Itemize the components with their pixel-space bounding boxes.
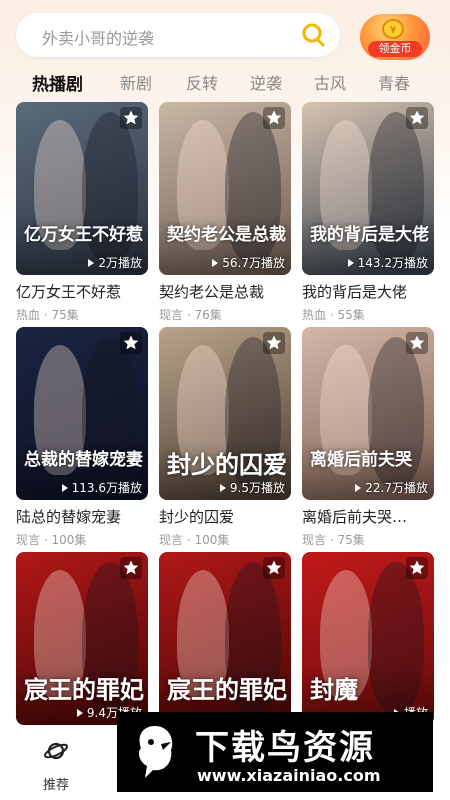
top-bar: 外卖小哥的逆袭 ¥ 领金币: [0, 0, 450, 72]
favorite-star-icon[interactable]: [406, 107, 428, 129]
play-count-text: 113.6万播放: [71, 481, 142, 495]
tab-comeback[interactable]: 逆袭: [250, 70, 282, 94]
drama-card[interactable]: 总裁的替嫁宠妻 113.6万播放陆总的替嫁宠妻现言 · 100集: [16, 327, 148, 548]
play-count: 2万播放: [88, 254, 142, 271]
poster-title-art: 契约老公是总裁: [167, 225, 286, 245]
search-bar[interactable]: 外卖小哥的逆袭: [16, 13, 340, 57]
favorite-star-icon[interactable]: [263, 332, 285, 354]
poster-title-art: 亿万女王不好惹: [24, 225, 143, 245]
bird-logo-icon: [139, 726, 173, 778]
play-count: 56.7万播放: [212, 254, 285, 271]
drama-poster[interactable]: 总裁的替嫁宠妻 113.6万播放: [16, 327, 148, 500]
drama-meta: 现言 · 100集: [16, 533, 87, 547]
search-placeholder: 外卖小哥的逆袭: [42, 29, 155, 48]
poster-title-art: 我的背后是大佬: [310, 225, 429, 245]
drama-poster[interactable]: 宸王的罪妃 9.4万播放: [16, 552, 148, 725]
drama-card[interactable]: 契约老公是总裁 56.7万播放 契约老公是总裁 现言 · 76集: [159, 102, 291, 323]
earn-coins-button[interactable]: ¥ 领金币: [360, 14, 430, 60]
drama-title[interactable]: 我的背后是大佬: [302, 281, 434, 302]
drama-meta: 现言 · 100集: [159, 533, 230, 547]
play-count-text: 2万播放: [98, 256, 142, 270]
drama-card[interactable]: 封魔播放: [302, 552, 434, 725]
drama-poster[interactable]: 我的背后是大佬 143.2万播放: [302, 102, 434, 275]
search-icon[interactable]: [300, 22, 326, 48]
drama-poster[interactable]: 离婚后前夫哭 22.7万播放: [302, 327, 434, 500]
watermark-title: 下载鸟资源: [195, 728, 375, 768]
drama-card[interactable]: 离婚后前夫哭 22.7万播放离婚后前夫哭… 现言 · 75集: [302, 327, 434, 548]
drama-poster[interactable]: 亿万女王不好惹 2万播放: [16, 102, 148, 275]
planet-icon: [43, 742, 69, 760]
drama-title[interactable]: 契约老公是总裁: [159, 281, 291, 302]
play-count-text: 9.5万播放: [229, 481, 285, 495]
play-count-text: 22.7万播放: [365, 481, 428, 495]
tab-youth[interactable]: 青春: [378, 70, 410, 94]
drama-card[interactable]: 封少的囚爱 9.5万播放 封少的囚爱 现言 · 100集: [159, 327, 291, 548]
tab-hot[interactable]: 热播剧: [32, 70, 83, 95]
coin-icon: ¥: [382, 19, 404, 39]
drama-poster[interactable]: 封魔播放: [302, 552, 434, 725]
play-count-text: 143.2万播放: [357, 256, 428, 270]
drama-poster[interactable]: 封少的囚爱 9.5万播放: [159, 327, 291, 500]
favorite-star-icon[interactable]: [406, 332, 428, 354]
poster-title-art: 总裁的替嫁宠妻: [24, 450, 143, 470]
poster-title-art: 宸王的罪妃: [167, 675, 287, 704]
play-icon: [355, 484, 362, 492]
play-icon: [219, 484, 226, 492]
drama-meta: 现言 · 76集: [159, 308, 222, 322]
drama-title[interactable]: 封少的囚爱: [159, 506, 291, 527]
play-icon: [76, 709, 83, 717]
watermark-banner: 下载鸟资源 www.xiazainiao.com: [117, 712, 433, 792]
play-count: 143.2万播放: [347, 254, 428, 271]
drama-meta: 热血 · 75集: [16, 308, 79, 322]
drama-card[interactable]: 我的背后是大佬 143.2万播放 我的背后是大佬 热血 · 55集: [302, 102, 434, 323]
drama-meta: 现言 · 75集: [302, 533, 365, 547]
play-count: 113.6万播放: [61, 479, 142, 496]
poster-title-art: 宸王的罪妃: [24, 675, 144, 704]
drama-meta: 热血 · 55集: [302, 308, 365, 322]
category-tabs: 热播剧 新剧 反转 逆袭 古风 青春: [0, 70, 450, 96]
tab-new[interactable]: 新剧: [120, 70, 152, 94]
nav-recommend[interactable]: 推荐: [30, 738, 82, 793]
play-icon: [61, 484, 68, 492]
play-count-text: 56.7万播放: [222, 256, 285, 270]
favorite-star-icon[interactable]: [406, 557, 428, 579]
favorite-star-icon[interactable]: [120, 557, 142, 579]
favorite-star-icon[interactable]: [263, 107, 285, 129]
tab-ancient[interactable]: 古风: [314, 70, 346, 94]
drama-title[interactable]: 离婚后前夫哭…: [302, 506, 434, 527]
favorite-star-icon[interactable]: [120, 107, 142, 129]
drama-card[interactable]: 宸王的罪妃: [159, 552, 291, 725]
poster-title-art: 离婚后前夫哭: [310, 450, 412, 470]
play-icon: [347, 259, 354, 267]
watermark-url: www.xiazainiao.com: [197, 766, 381, 785]
drama-poster[interactable]: 契约老公是总裁 56.7万播放: [159, 102, 291, 275]
svg-text:¥: ¥: [390, 25, 396, 36]
play-icon: [88, 259, 95, 267]
drama-title[interactable]: 亿万女王不好惹: [16, 281, 148, 302]
play-icon: [212, 259, 219, 267]
earn-coins-label: 领金币: [368, 41, 422, 57]
poster-title-art: 封魔: [310, 675, 358, 704]
drama-poster[interactable]: 宸王的罪妃: [159, 552, 291, 725]
favorite-star-icon[interactable]: [263, 557, 285, 579]
favorite-star-icon[interactable]: [120, 332, 142, 354]
nav-recommend-label: 推荐: [42, 778, 69, 793]
play-count: 9.5万播放: [219, 479, 285, 496]
drama-card[interactable]: 亿万女王不好惹 2万播放 亿万女王不好惹 热血 · 75集: [16, 102, 148, 323]
drama-card[interactable]: 宸王的罪妃 9.4万播放: [16, 552, 148, 725]
play-count: 22.7万播放: [355, 479, 428, 496]
tab-twist[interactable]: 反转: [186, 70, 218, 94]
drama-title[interactable]: 陆总的替嫁宠妻: [16, 506, 148, 527]
poster-title-art: 封少的囚爱: [167, 450, 287, 479]
